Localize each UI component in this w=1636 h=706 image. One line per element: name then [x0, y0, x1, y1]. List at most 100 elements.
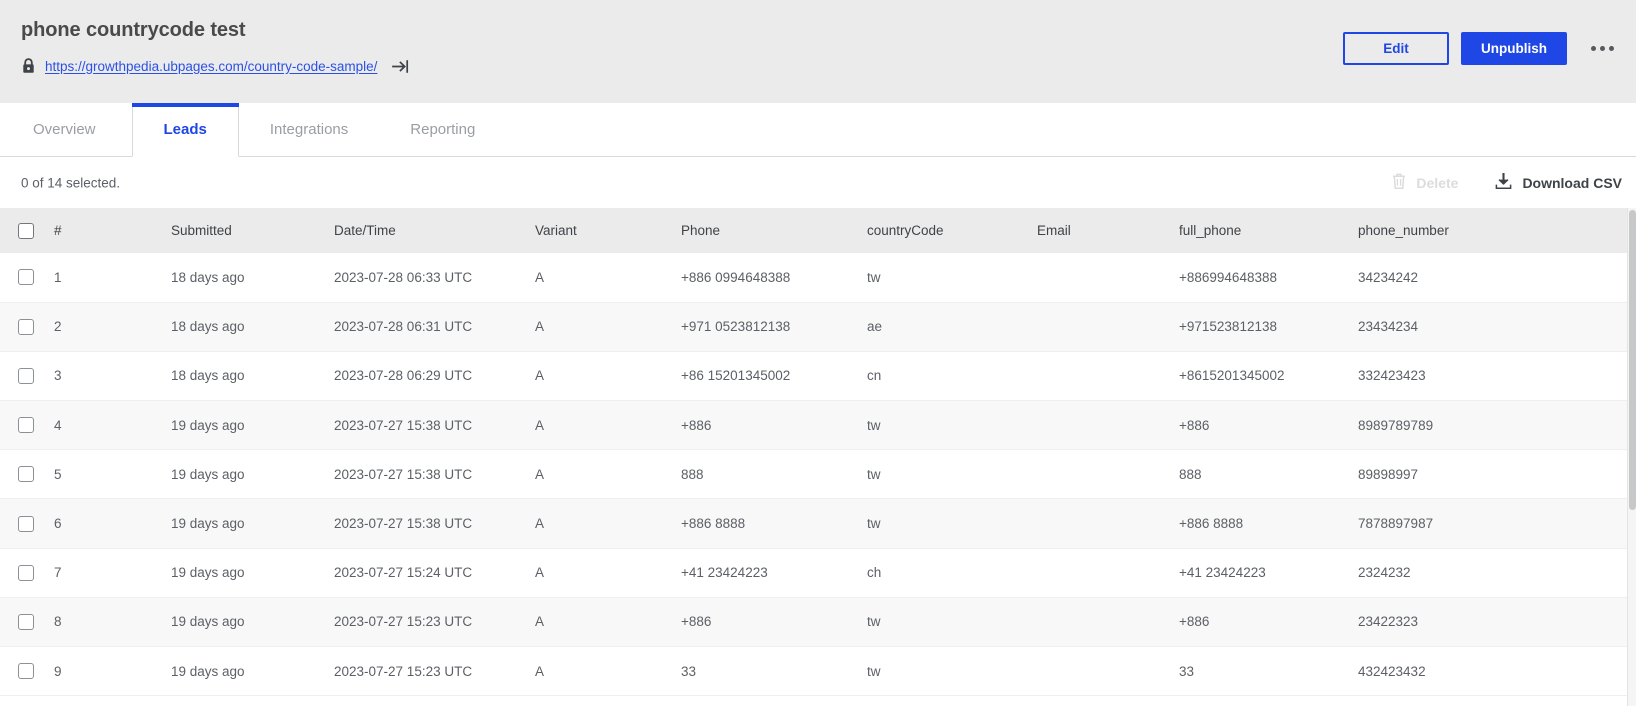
cell-countrycode: tw: [867, 647, 1037, 696]
cell-variant: A: [535, 647, 681, 696]
row-checkbox[interactable]: [18, 368, 34, 384]
cell-submitted: 19 days ago: [171, 499, 334, 548]
cell-phone: +86 15201345002: [681, 351, 867, 400]
cell-variant: A: [535, 450, 681, 499]
edit-button[interactable]: Edit: [1343, 32, 1449, 65]
unpublish-button[interactable]: Unpublish: [1461, 32, 1567, 65]
column-header-number[interactable]: #: [53, 208, 171, 253]
cell-countrycode: tw: [867, 450, 1037, 499]
row-checkbox[interactable]: [18, 319, 34, 335]
lock-icon: [19, 55, 37, 77]
column-header-submitted[interactable]: Submitted: [171, 208, 334, 253]
cell-datetime: 2023-07-27 15:24 UTC: [334, 548, 535, 597]
cell-phone-number: 23434234: [1358, 302, 1628, 351]
cell-full-phone: +8615201345002: [1179, 351, 1358, 400]
row-checkbox[interactable]: [18, 417, 34, 433]
row-checkbox[interactable]: [18, 565, 34, 581]
cell-phone-number: 2324232: [1358, 548, 1628, 597]
table-row[interactable]: 218 days ago2023-07-28 06:31 UTCA+971 05…: [0, 302, 1628, 351]
cell-countrycode: tw: [867, 499, 1037, 548]
trash-icon: [1391, 172, 1407, 193]
cell-full-phone: +886 8888: [1179, 499, 1358, 548]
delete-label: Delete: [1416, 175, 1458, 191]
tab-integrations[interactable]: Integrations: [239, 103, 379, 156]
cell-phone-number: 432423432: [1358, 647, 1628, 696]
cell-number: 1: [53, 253, 171, 302]
header-actions: Edit Unpublish: [1343, 32, 1618, 65]
cell-full-phone: +41 23424223: [1179, 548, 1358, 597]
cell-datetime: 2023-07-28 06:29 UTC: [334, 351, 535, 400]
tab-reporting[interactable]: Reporting: [379, 103, 506, 156]
leads-table: # Submitted Date/Time Variant Phone coun…: [0, 208, 1628, 696]
table-row[interactable]: 919 days ago2023-07-27 15:23 UTCA33tw334…: [0, 647, 1628, 696]
row-select-cell: [0, 401, 53, 450]
tab-leads[interactable]: Leads: [132, 103, 239, 157]
download-csv-button[interactable]: Download CSV: [1494, 172, 1622, 194]
cell-phone: +971 0523812138: [681, 302, 867, 351]
cell-full-phone: +886: [1179, 401, 1358, 450]
table-row[interactable]: 519 days ago2023-07-27 15:38 UTCA888tw88…: [0, 450, 1628, 499]
delete-button[interactable]: Delete: [1391, 172, 1458, 193]
row-checkbox[interactable]: [18, 516, 34, 532]
table-row[interactable]: 118 days ago2023-07-28 06:33 UTCA+886 09…: [0, 253, 1628, 302]
page-title: phone countrycode test: [21, 19, 246, 42]
cell-countrycode: cn: [867, 351, 1037, 400]
cell-submitted: 18 days ago: [171, 351, 334, 400]
cell-phone-number: 332423423: [1358, 351, 1628, 400]
table-row[interactable]: 619 days ago2023-07-27 15:38 UTCA+886 88…: [0, 499, 1628, 548]
table-row[interactable]: 819 days ago2023-07-27 15:23 UTCA+886tw+…: [0, 597, 1628, 646]
cell-submitted: 19 days ago: [171, 597, 334, 646]
cell-number: 6: [53, 499, 171, 548]
cell-submitted: 19 days ago: [171, 647, 334, 696]
row-checkbox[interactable]: [18, 466, 34, 482]
cell-full-phone: +886994648388: [1179, 253, 1358, 302]
row-checkbox[interactable]: [18, 614, 34, 630]
column-header-full-phone[interactable]: full_phone: [1179, 208, 1358, 253]
cell-variant: A: [535, 401, 681, 450]
select-all-checkbox[interactable]: [18, 223, 34, 239]
cell-phone-number: 34234242: [1358, 253, 1628, 302]
table-row[interactable]: 318 days ago2023-07-28 06:29 UTCA+86 152…: [0, 351, 1628, 400]
row-checkbox[interactable]: [18, 269, 34, 285]
cell-number: 8: [53, 597, 171, 646]
vertical-scrollbar[interactable]: [1627, 208, 1636, 706]
column-header-countrycode[interactable]: countryCode: [867, 208, 1037, 253]
page-url-link[interactable]: https://growthpedia.ubpages.com/country-…: [45, 59, 377, 74]
column-header-datetime[interactable]: Date/Time: [334, 208, 535, 253]
cell-datetime: 2023-07-28 06:33 UTC: [334, 253, 535, 302]
tab-bar: Overview Leads Integrations Reporting: [0, 103, 1636, 157]
cell-submitted: 18 days ago: [171, 302, 334, 351]
cell-email: [1037, 597, 1179, 646]
cell-phone: +886: [681, 401, 867, 450]
row-select-cell: [0, 253, 53, 302]
table-row[interactable]: 419 days ago2023-07-27 15:38 UTCA+886tw+…: [0, 401, 1628, 450]
row-select-cell: [0, 302, 53, 351]
tab-overview[interactable]: Overview: [0, 103, 132, 156]
column-header-phone[interactable]: Phone: [681, 208, 867, 253]
leads-table-body: 118 days ago2023-07-28 06:33 UTCA+886 09…: [0, 253, 1628, 696]
cell-submitted: 19 days ago: [171, 450, 334, 499]
column-header-phone-number[interactable]: phone_number: [1358, 208, 1628, 253]
row-checkbox[interactable]: [18, 663, 34, 679]
cell-datetime: 2023-07-27 15:23 UTC: [334, 597, 535, 646]
header-select-all: [0, 208, 53, 253]
cell-number: 5: [53, 450, 171, 499]
page-url-row: https://growthpedia.ubpages.com/country-…: [19, 55, 409, 77]
table-row[interactable]: 719 days ago2023-07-27 15:24 UTCA+41 234…: [0, 548, 1628, 597]
cell-variant: A: [535, 499, 681, 548]
table-header-row: # Submitted Date/Time Variant Phone coun…: [0, 208, 1628, 253]
cell-full-phone: +971523812138: [1179, 302, 1358, 351]
cell-countrycode: tw: [867, 253, 1037, 302]
cell-variant: A: [535, 548, 681, 597]
cell-full-phone: 888: [1179, 450, 1358, 499]
cell-phone: 888: [681, 450, 867, 499]
cell-email: [1037, 401, 1179, 450]
kebab-menu-icon[interactable]: [1589, 40, 1616, 57]
scrollbar-thumb[interactable]: [1629, 210, 1636, 510]
cell-number: 9: [53, 647, 171, 696]
cell-phone: +41 23424223: [681, 548, 867, 597]
column-header-email[interactable]: Email: [1037, 208, 1179, 253]
external-link-icon[interactable]: [391, 57, 409, 75]
cell-datetime: 2023-07-28 06:31 UTC: [334, 302, 535, 351]
column-header-variant[interactable]: Variant: [535, 208, 681, 253]
